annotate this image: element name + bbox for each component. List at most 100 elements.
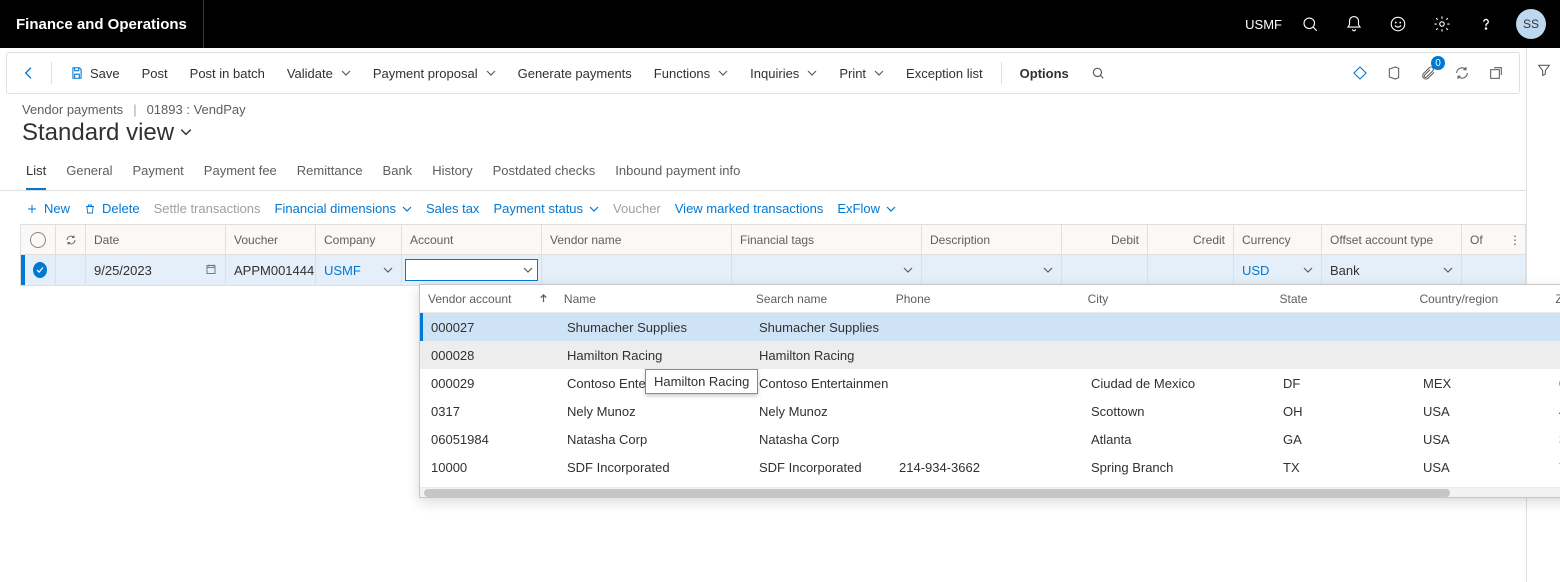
exception-list-button[interactable]: Exception list <box>896 60 993 87</box>
payment-proposal-button[interactable]: Payment proposal <box>363 60 506 87</box>
view-title[interactable]: Standard view <box>22 119 174 147</box>
lookup-col-state[interactable]: State <box>1272 285 1412 312</box>
chevron-down-icon <box>718 66 728 81</box>
lookup-row[interactable]: 06051984Natasha CorpNatasha CorpAtlantaG… <box>420 425 1560 453</box>
attachment-icon[interactable]: 0 <box>1413 58 1443 88</box>
cell-credit[interactable] <box>1148 255 1234 285</box>
lookup-col-city[interactable]: City <box>1080 285 1272 312</box>
col-voucher[interactable]: Voucher <box>226 225 316 254</box>
gear-icon[interactable] <box>1422 0 1462 48</box>
tab-bank[interactable]: Bank <box>383 157 413 190</box>
lookup-row[interactable]: 000028Hamilton RacingHamilton Racing <box>420 341 1560 369</box>
refresh-column-icon[interactable] <box>56 225 86 254</box>
save-icon <box>70 66 84 80</box>
calendar-icon[interactable] <box>205 263 217 278</box>
account-combo[interactable] <box>405 259 538 281</box>
col-offset-type[interactable]: Offset account type <box>1322 225 1462 254</box>
col-credit[interactable]: Credit <box>1148 225 1234 254</box>
grid-toolbar: New Delete Settle transactions Financial… <box>0 191 1526 224</box>
cell-description[interactable] <box>922 255 1062 285</box>
bell-icon[interactable] <box>1334 0 1374 48</box>
cell-voucher[interactable]: APPM001444 <box>226 255 316 285</box>
cell-more[interactable] <box>1462 255 1525 285</box>
cell-date[interactable]: 9/25/2023 <box>86 255 226 285</box>
lookup-row[interactable]: 000027Shumacher SuppliesShumacher Suppli… <box>420 313 1560 341</box>
filter-icon[interactable] <box>1530 56 1558 84</box>
chevron-down-icon[interactable] <box>180 126 192 141</box>
col-vendor-name[interactable]: Vendor name <box>542 225 732 254</box>
options-button[interactable]: Options <box>1010 60 1079 87</box>
validate-button[interactable]: Validate <box>277 60 361 87</box>
smile-icon[interactable] <box>1378 0 1418 48</box>
generate-payments-button[interactable]: Generate payments <box>508 60 642 87</box>
payment-status-button[interactable]: Payment status <box>493 201 599 216</box>
cell-company[interactable]: USMF <box>316 255 402 285</box>
save-button[interactable]: Save <box>60 60 130 87</box>
lookup-col-country[interactable]: Country/region <box>1411 285 1547 312</box>
tab-inbound[interactable]: Inbound payment info <box>615 157 740 190</box>
row-icon <box>56 255 86 285</box>
functions-button[interactable]: Functions <box>644 60 738 87</box>
financial-dimensions-button[interactable]: Financial dimensions <box>275 201 412 216</box>
grid-row[interactable]: 9/25/2023 APPM001444 USMF USD Bank <box>21 255 1525 285</box>
breadcrumb: Vendor payments | 01893 : VendPay <box>22 102 1520 117</box>
tab-postdated[interactable]: Postdated checks <box>493 157 596 190</box>
tabs: List General Payment Payment fee Remitta… <box>0 147 1526 191</box>
col-account[interactable]: Account <box>402 225 542 254</box>
col-financial-tags[interactable]: Financial tags <box>732 225 922 254</box>
select-all-column[interactable] <box>21 225 56 254</box>
print-button[interactable]: Print <box>829 60 894 87</box>
view-marked-button[interactable]: View marked transactions <box>675 201 824 216</box>
lookup-col-account[interactable]: Vendor account <box>420 285 556 312</box>
chevron-down-icon <box>341 66 351 81</box>
tab-list[interactable]: List <box>26 157 46 190</box>
col-more[interactable]: Of ⋮ <box>1462 225 1525 254</box>
tab-payment[interactable]: Payment <box>132 157 183 190</box>
row-select[interactable] <box>25 255 56 285</box>
cell-debit[interactable] <box>1062 255 1148 285</box>
post-button[interactable]: Post <box>132 60 178 87</box>
cell-currency[interactable]: USD <box>1234 255 1322 285</box>
grid-header: Date Voucher Company Account Vendor name… <box>21 225 1525 255</box>
vendor-lookup-dropdown[interactable]: Vendor account Name Search name Phone Ci… <box>419 284 1560 498</box>
back-button[interactable] <box>15 59 43 87</box>
cell-financial-tags[interactable] <box>732 255 922 285</box>
lookup-row[interactable]: 000029Contoso EnterContoso EntertainmenC… <box>420 369 1560 397</box>
cell-vendor-name[interactable] <box>542 255 732 285</box>
lookup-row[interactable]: 0317Nely MunozNely MunozScottownOHUSA45 <box>420 397 1560 425</box>
diamond-icon[interactable] <box>1345 58 1375 88</box>
cell-account[interactable] <box>402 255 542 285</box>
exflow-button[interactable]: ExFlow <box>837 201 896 216</box>
lookup-col-name[interactable]: Name <box>556 285 748 312</box>
actionbar-search-button[interactable] <box>1081 60 1115 86</box>
col-description[interactable]: Description <box>922 225 1062 254</box>
lookup-row[interactable]: 10000SDF IncorporatedSDF Incorporated214… <box>420 453 1560 481</box>
cell-offset-type[interactable]: Bank <box>1322 255 1462 285</box>
office-icon[interactable] <box>1379 58 1409 88</box>
lookup-col-search[interactable]: Search name <box>748 285 888 312</box>
legal-entity[interactable]: USMF <box>1245 17 1282 32</box>
new-button[interactable]: New <box>26 201 70 216</box>
tab-general[interactable]: General <box>66 157 112 190</box>
inquiries-button[interactable]: Inquiries <box>740 60 827 87</box>
refresh-icon[interactable] <box>1447 58 1477 88</box>
search-icon[interactable] <box>1290 0 1330 48</box>
breadcrumb-page[interactable]: Vendor payments <box>22 102 123 117</box>
col-company[interactable]: Company <box>316 225 402 254</box>
popout-icon[interactable] <box>1481 58 1511 88</box>
lookup-col-phone[interactable]: Phone <box>888 285 1080 312</box>
avatar[interactable]: SS <box>1516 9 1546 39</box>
tab-history[interactable]: History <box>432 157 472 190</box>
sales-tax-button[interactable]: Sales tax <box>426 201 479 216</box>
col-currency[interactable]: Currency <box>1234 225 1322 254</box>
col-debit[interactable]: Debit <box>1062 225 1148 254</box>
tab-payment-fee[interactable]: Payment fee <box>204 157 277 190</box>
delete-button[interactable]: Delete <box>84 201 140 216</box>
lookup-hscrollbar[interactable] <box>420 487 1560 497</box>
lookup-col-zip[interactable]: ZI <box>1547 285 1560 312</box>
help-icon[interactable] <box>1466 0 1506 48</box>
post-batch-button[interactable]: Post in batch <box>180 60 275 87</box>
col-date[interactable]: Date <box>86 225 226 254</box>
tab-remittance[interactable]: Remittance <box>297 157 363 190</box>
grid: Date Voucher Company Account Vendor name… <box>20 224 1526 286</box>
